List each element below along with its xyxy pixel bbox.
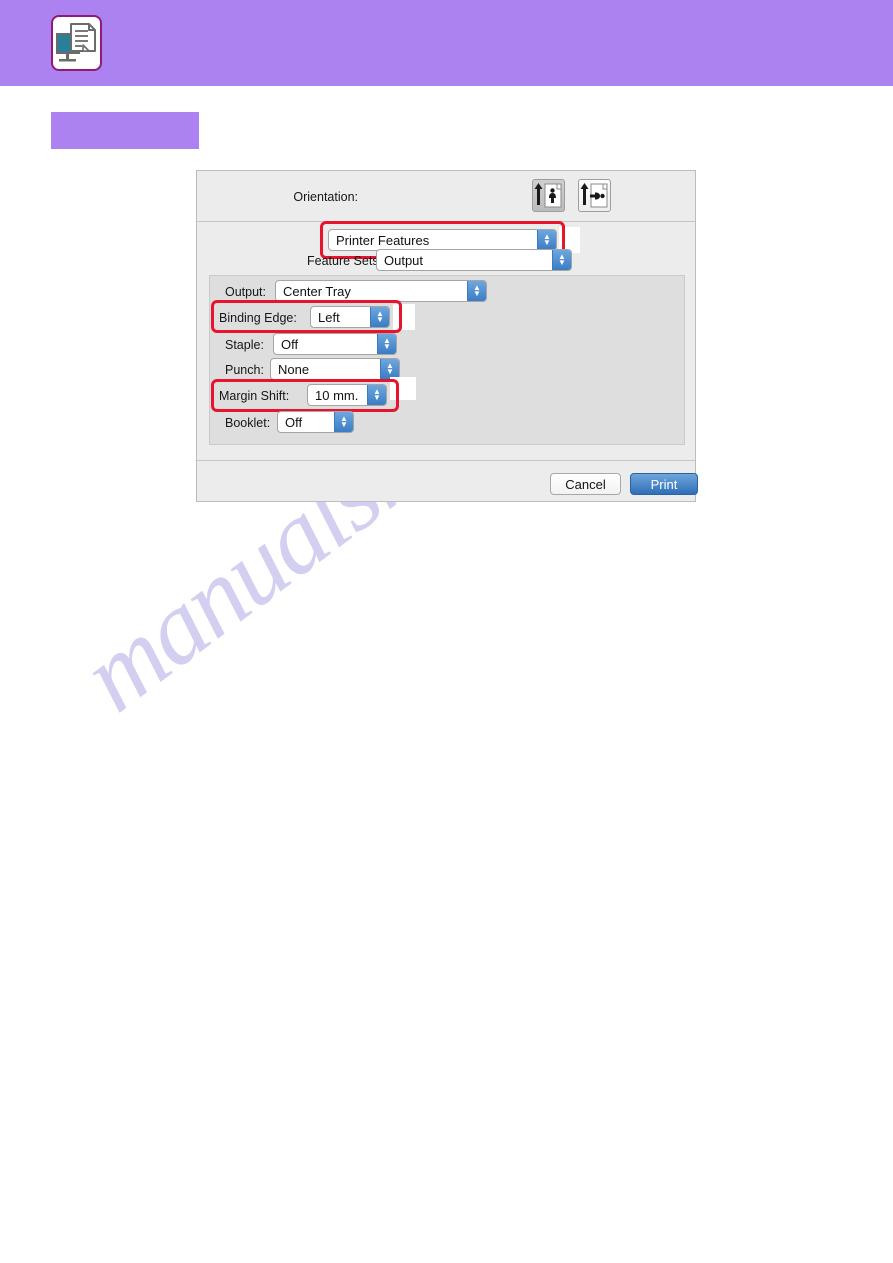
setting-label-output: Output: xyxy=(225,285,266,299)
orientation-row: Orientation: xyxy=(197,171,695,221)
chevron-updown-icon[interactable]: ▲ ▼ xyxy=(552,250,571,270)
setting-value-binding-edge: Left xyxy=(318,309,340,325)
print-button[interactable]: Print xyxy=(630,473,698,495)
setting-select-margin-shift[interactable]: 10 mm. ▲ ▼ xyxy=(307,384,387,406)
setting-select-staple[interactable]: Off ▲ ▼ xyxy=(273,333,397,355)
setting-select-binding-edge[interactable]: Left ▲ ▼ xyxy=(310,306,390,328)
chevron-updown-icon[interactable]: ▲ ▼ xyxy=(467,281,486,301)
divider xyxy=(197,221,695,222)
divider xyxy=(197,460,695,461)
setting-value-margin-shift: 10 mm. xyxy=(315,387,359,403)
cancel-button[interactable]: Cancel xyxy=(550,473,621,495)
setting-label-binding-edge: Binding Edge: xyxy=(219,311,297,325)
setting-label-margin-shift: Margin Shift: xyxy=(219,389,290,403)
panes-select-value: Printer Features xyxy=(336,232,430,248)
chevron-updown-icon[interactable]: ▲ ▼ xyxy=(537,230,556,250)
setting-select-punch[interactable]: None ▲ ▼ xyxy=(270,358,400,380)
setting-label-booklet: Booklet: xyxy=(225,416,271,430)
setting-label-staple: Staple: xyxy=(225,338,264,352)
header-band xyxy=(0,0,893,86)
chevron-updown-icon[interactable]: ▲ ▼ xyxy=(367,385,386,405)
orientation-portrait-button[interactable] xyxy=(532,179,565,212)
panes-select[interactable]: Printer Features ▲ ▼ xyxy=(328,229,557,251)
feature-sets-select-value: Output xyxy=(384,252,424,268)
setting-value-booklet: Off xyxy=(285,414,303,430)
orientation-label: Orientation: xyxy=(293,190,358,204)
setting-select-booklet[interactable]: Off ▲ ▼ xyxy=(277,411,354,433)
setting-select-output[interactable]: Center Tray ▲ ▼ xyxy=(275,280,487,302)
feature-sets-select[interactable]: Output ▲ ▼ xyxy=(376,249,572,271)
feature-sets-label: Feature Sets: xyxy=(307,254,383,268)
setting-value-output: Center Tray xyxy=(283,283,351,299)
setting-value-punch: None xyxy=(278,361,310,377)
orientation-landscape-button[interactable] xyxy=(578,179,611,212)
occluder-patch xyxy=(393,304,415,330)
chevron-updown-icon[interactable]: ▲ ▼ xyxy=(377,334,396,354)
section-title-block xyxy=(51,112,199,149)
chevron-updown-icon[interactable]: ▲ ▼ xyxy=(370,307,389,327)
setting-label-punch: Punch: xyxy=(225,363,264,377)
chevron-updown-icon[interactable]: ▲ ▼ xyxy=(380,359,399,379)
print-dialog: Orientation: Printer Features ▲ ▼ Featur… xyxy=(196,170,698,502)
occluder-patch xyxy=(390,377,416,400)
setting-value-staple: Off xyxy=(281,336,299,352)
chevron-updown-icon[interactable]: ▲ ▼ xyxy=(334,412,353,432)
network-printer-document-icon xyxy=(51,15,102,71)
